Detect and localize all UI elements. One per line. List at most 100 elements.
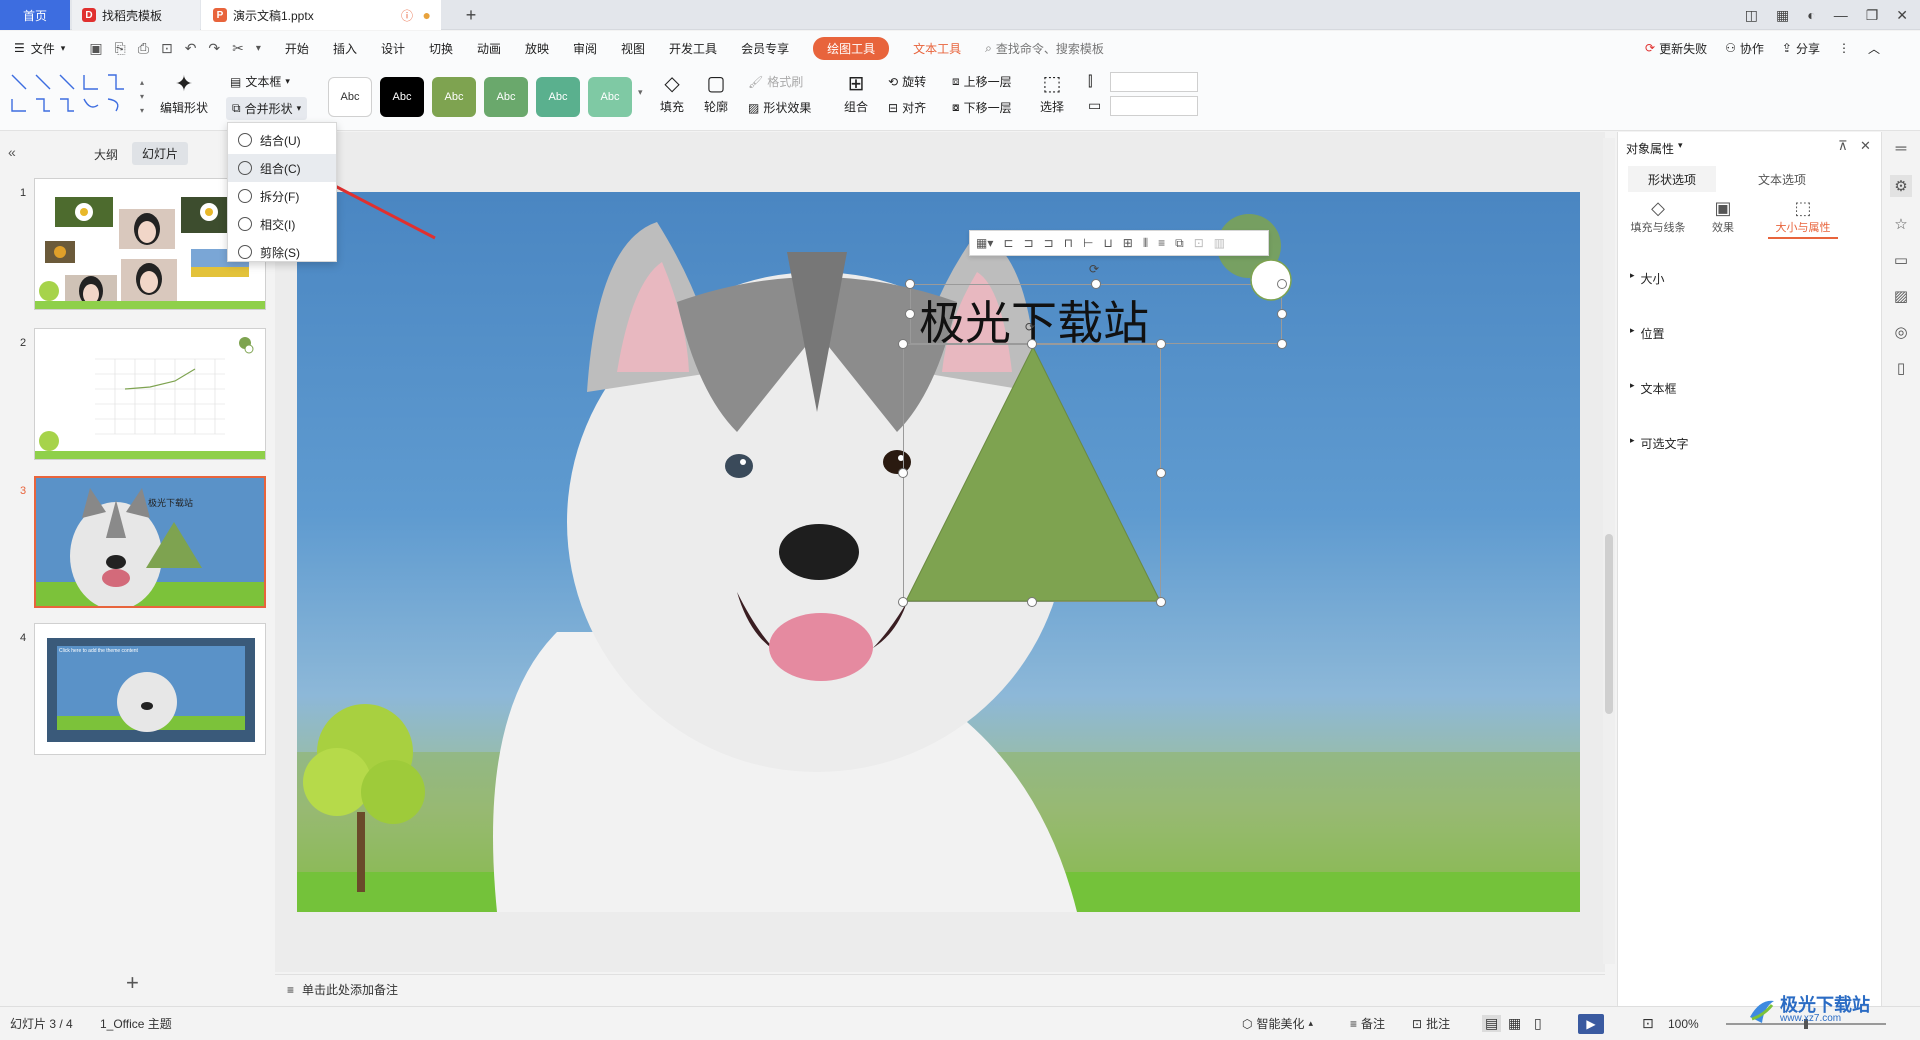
vertical-scrollbar[interactable] <box>1603 138 1615 964</box>
resize-handle[interactable] <box>1156 339 1166 349</box>
distribute-vertical-icon[interactable]: ≡ <box>1158 236 1165 250</box>
menu-insert[interactable]: 插入 <box>321 31 369 65</box>
fit-window-icon[interactable]: ⊡ <box>1642 1015 1654 1032</box>
section-size[interactable]: ▸ 大小 <box>1630 270 1665 287</box>
sorter-view-icon[interactable]: ▦ <box>1508 1015 1521 1032</box>
save-icon[interactable]: ▣ <box>89 40 102 57</box>
merge-shape-button[interactable]: ⧉ 合并形状 ▾ <box>226 97 308 120</box>
theme-name[interactable]: 1_Office 主题 <box>100 1015 172 1032</box>
slide-thumbnail-2[interactable] <box>34 328 266 460</box>
zoom-level[interactable]: 100% <box>1668 1017 1699 1031</box>
sub-fill-line[interactable]: ◇ 填充与线条 <box>1628 198 1688 235</box>
menu-member[interactable]: 会员专享 <box>729 31 801 65</box>
merge-intersect-item[interactable]: 相交(I) <box>228 210 336 238</box>
shape-style-5[interactable]: Abc <box>536 77 580 117</box>
align-button[interactable]: ⊟ 对齐 <box>888 99 926 116</box>
menu-design[interactable]: 设计 <box>369 31 417 65</box>
resize-handle[interactable] <box>1156 468 1166 478</box>
shape-style-2[interactable]: Abc <box>380 77 424 117</box>
new-tab-button[interactable]: + <box>456 0 486 30</box>
rotate-handle-icon[interactable]: ⟳ <box>1089 262 1099 276</box>
notes-bar[interactable]: ≡ 单击此处添加备注 <box>275 974 1605 1004</box>
resize-handle[interactable] <box>1277 279 1287 289</box>
resize-handle[interactable] <box>1091 279 1101 289</box>
smart-beautify-button[interactable]: ⬡ 智能美化 ▴ <box>1242 1015 1313 1032</box>
more-options-icon[interactable]: ⋮ <box>1838 41 1850 55</box>
tab-shape-options[interactable]: 形状选项 <box>1628 166 1716 192</box>
minimize-icon[interactable]: — <box>1834 7 1848 23</box>
align-middle-icon[interactable]: ⊢ <box>1083 236 1093 250</box>
menu-slideshow[interactable]: 放映 <box>513 31 561 65</box>
shape-style-4[interactable]: Abc <box>484 77 528 117</box>
more-float-icon[interactable]: ▥ <box>1214 236 1225 250</box>
undo-icon[interactable]: ↶ <box>185 40 197 57</box>
resize-handle[interactable] <box>905 309 915 319</box>
menu-developer[interactable]: 开发工具 <box>657 31 729 65</box>
add-slide-button[interactable]: + <box>126 970 139 996</box>
shape-style-3[interactable]: Abc <box>432 77 476 117</box>
warning-icon[interactable]: ⓘ <box>401 7 413 24</box>
book-icon[interactable]: ▯ <box>1897 359 1905 377</box>
customize-chevron-icon[interactable]: ▾ <box>256 43 261 54</box>
align-right-icon[interactable]: ⊐ <box>1044 236 1054 250</box>
restore-icon[interactable]: ❐ <box>1866 7 1879 24</box>
fill-button[interactable]: ◇ 填充 <box>660 71 684 115</box>
format-painter-button[interactable]: 🖌 格式刷 <box>748 73 803 90</box>
export-icon[interactable]: ⎘ <box>115 40 126 57</box>
tab-text-options[interactable]: 文本选项 <box>1738 166 1826 192</box>
align-left-icon[interactable]: ⊏ <box>1003 236 1013 250</box>
resize-handle[interactable] <box>1277 309 1287 319</box>
resize-handle[interactable] <box>898 597 908 607</box>
share-button[interactable]: ⇪ 分享 <box>1782 40 1820 57</box>
resize-handle[interactable] <box>1027 339 1037 349</box>
resize-handle[interactable] <box>1027 597 1037 607</box>
resize-handle[interactable] <box>1277 339 1287 349</box>
menu-review[interactable]: 审阅 <box>561 31 609 65</box>
menu-text-tools[interactable]: 文本工具 <box>901 31 973 65</box>
rotate-handle-2-icon[interactable]: ⟳ <box>1025 320 1035 334</box>
align-bottom-icon[interactable]: ⊔ <box>1103 236 1112 250</box>
resize-handle[interactable] <box>905 279 915 289</box>
menu-start[interactable]: 开始 <box>273 31 321 65</box>
menu-drawing-tools[interactable]: 绘图工具 <box>801 31 901 65</box>
animation-star-icon[interactable]: ☆ <box>1894 215 1907 233</box>
layout-icon[interactable]: ◫ <box>1745 7 1758 24</box>
align-menu-icon[interactable]: ▦▾ <box>976 236 993 250</box>
sub-effect[interactable]: ▣ 效果 <box>1698 198 1748 235</box>
group-float-icon[interactable]: ⧉ <box>1175 236 1184 251</box>
close-window-icon[interactable]: ✕ <box>1896 7 1908 24</box>
align-center-icon[interactable]: ⊐ <box>1023 236 1033 250</box>
command-search[interactable]: ⌕ 查找命令、搜索模板 <box>973 31 1116 65</box>
merge-combine-item[interactable]: 组合(C) <box>228 154 336 182</box>
apps-grid-icon[interactable]: ▦ <box>1776 7 1789 24</box>
pin-icon[interactable]: ⊼ <box>1838 138 1848 154</box>
bring-forward-button[interactable]: ⧈ 上移一层 <box>952 73 1012 90</box>
rotate-button[interactable]: ⟲ 旋转 <box>888 73 926 90</box>
edit-shape-button[interactable]: ✦ 编辑形状 <box>160 71 208 116</box>
normal-view-icon[interactable]: ▤ <box>1482 1015 1502 1032</box>
menu-transition[interactable]: 切换 <box>417 31 465 65</box>
close-panel-icon[interactable]: ✕ <box>1860 138 1871 154</box>
merge-fragment-item[interactable]: 拆分(F) <box>228 182 336 210</box>
properties-sliders-icon[interactable]: ⚙ <box>1890 175 1912 197</box>
play-slideshow-icon[interactable]: ▶ <box>1578 1013 1604 1034</box>
textbox-button[interactable]: ▤ 文本框 ▾ <box>230 73 290 90</box>
slide-transition-icon[interactable]: ▭ <box>1894 251 1908 269</box>
collaborate-button[interactable]: ⚇ 协作 <box>1725 40 1764 57</box>
format-clear-icon[interactable]: ✂ <box>232 40 244 57</box>
height-input[interactable] <box>1110 72 1198 92</box>
section-position[interactable]: ▸ 位置 <box>1630 325 1665 342</box>
tab-slides[interactable]: 幻灯片 <box>132 142 189 165</box>
object-properties-title[interactable]: 对象属性 ▾ <box>1626 140 1683 157</box>
shape-style-6[interactable]: Abc <box>588 77 632 117</box>
shape-style-1[interactable]: Abc <box>328 77 372 117</box>
comments-button[interactable]: ⊡ 批注 <box>1412 1015 1450 1032</box>
green-circle-shapes[interactable] <box>1207 210 1307 310</box>
align-top-icon[interactable]: ⊓ <box>1064 236 1073 250</box>
reading-view-icon[interactable]: ▯ <box>1534 1015 1542 1032</box>
select-button[interactable]: ⬚ 选择 <box>1040 71 1064 115</box>
location-icon[interactable]: ◎ <box>1894 323 1907 341</box>
notes-toggle-button[interactable]: ≡ 备注 <box>1350 1015 1385 1032</box>
resize-handle[interactable] <box>898 339 908 349</box>
user-avatar-icon[interactable]: ◐ <box>1807 7 1815 23</box>
